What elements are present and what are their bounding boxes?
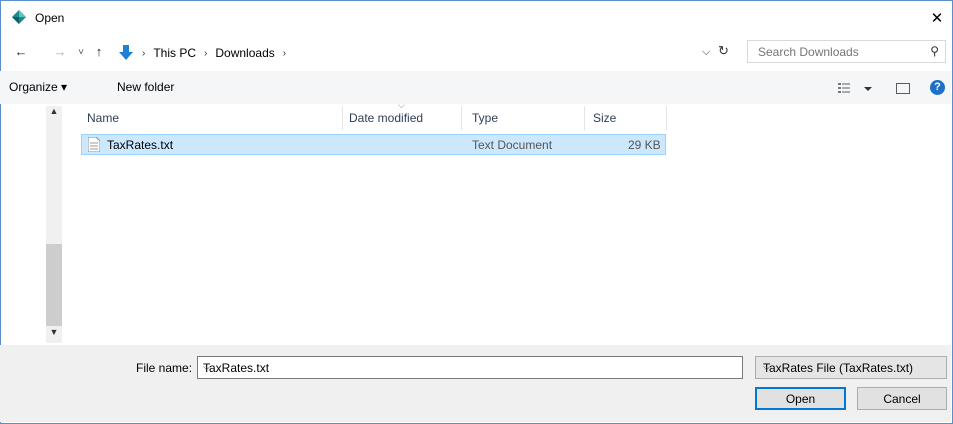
column-divider[interactable]: [342, 106, 343, 130]
scroll-up-icon[interactable]: ▲: [46, 106, 62, 122]
column-divider[interactable]: [461, 106, 462, 130]
chevron-down-icon: ˅: [78, 46, 84, 58]
close-icon: ✕: [930, 9, 944, 27]
cancel-button-label: Cancel: [883, 391, 921, 406]
up-arrow-icon: ↑: [95, 43, 103, 59]
back-button[interactable]: ←: [12, 41, 30, 61]
file-name-field[interactable]: TaxRates.txt ⌵: [197, 356, 743, 379]
scrollbar-thumb[interactable]: [46, 244, 62, 326]
preview-pane-icon[interactable]: [896, 83, 910, 94]
column-divider[interactable]: [666, 106, 667, 130]
open-button[interactable]: Open: [755, 387, 846, 410]
scroll-down-icon[interactable]: ▼: [46, 327, 62, 343]
chevron-down-icon: ⌵: [763, 362, 771, 373]
text-file-icon: [88, 137, 100, 152]
column-header-type[interactable]: Type: [472, 106, 498, 130]
column-divider[interactable]: [584, 106, 585, 130]
breadcrumb-separator: ›: [204, 47, 208, 59]
recent-locations-button[interactable]: ˅: [72, 42, 90, 62]
column-header-size[interactable]: Size: [593, 106, 616, 130]
view-options-icon[interactable]: [838, 82, 876, 96]
up-button[interactable]: ↑: [90, 41, 108, 61]
refresh-icon[interactable]: ↻: [718, 43, 729, 59]
file-row[interactable]: TaxRates.txt Text Document 29 KB: [81, 134, 666, 155]
forward-arrow-icon: →: [53, 43, 67, 59]
file-name: TaxRates.txt: [107, 138, 174, 152]
window-title: Open: [35, 11, 65, 25]
close-button[interactable]: ✕: [922, 1, 952, 34]
downloads-icon: [119, 45, 133, 60]
command-bar: Organize ▾ New folder: [0, 71, 951, 104]
file-name-label: File name:: [136, 361, 193, 375]
breadcrumb-separator: ›: [282, 47, 287, 59]
back-arrow-icon: ←: [14, 43, 28, 59]
cancel-button[interactable]: Cancel: [857, 387, 947, 410]
chevron-down-icon[interactable]: ⌵: [203, 362, 736, 373]
breadcrumb-separator: ›: [142, 47, 146, 59]
organize-button[interactable]: Organize ▾: [9, 80, 67, 94]
search-box[interactable]: ⚲: [747, 40, 946, 63]
forward-button[interactable]: →: [51, 41, 69, 61]
column-header-name[interactable]: Name: [87, 106, 119, 130]
breadcrumb-this-pc[interactable]: This PC: [153, 46, 196, 60]
title-bar: Open ✕: [1, 1, 952, 34]
file-size: 29 KB: [628, 138, 661, 152]
help-icon[interactable]: ?: [930, 80, 945, 95]
search-icon[interactable]: ⚲: [930, 44, 939, 58]
file-type-filter[interactable]: TaxRates File (TaxRates.txt) ⌵: [755, 356, 947, 379]
address-history-dropdown[interactable]: ⌵: [702, 46, 710, 59]
address-bar[interactable]: › This PC › Downloads ›: [113, 41, 737, 65]
open-button-label: Open: [785, 391, 816, 406]
new-folder-button[interactable]: New folder: [117, 80, 174, 94]
file-type: Text Document: [472, 138, 553, 152]
breadcrumb-downloads[interactable]: Downloads: [215, 46, 274, 60]
column-header-date-modified[interactable]: Date modified: [349, 106, 423, 130]
search-input[interactable]: [756, 44, 920, 60]
app-icon: [12, 10, 26, 24]
